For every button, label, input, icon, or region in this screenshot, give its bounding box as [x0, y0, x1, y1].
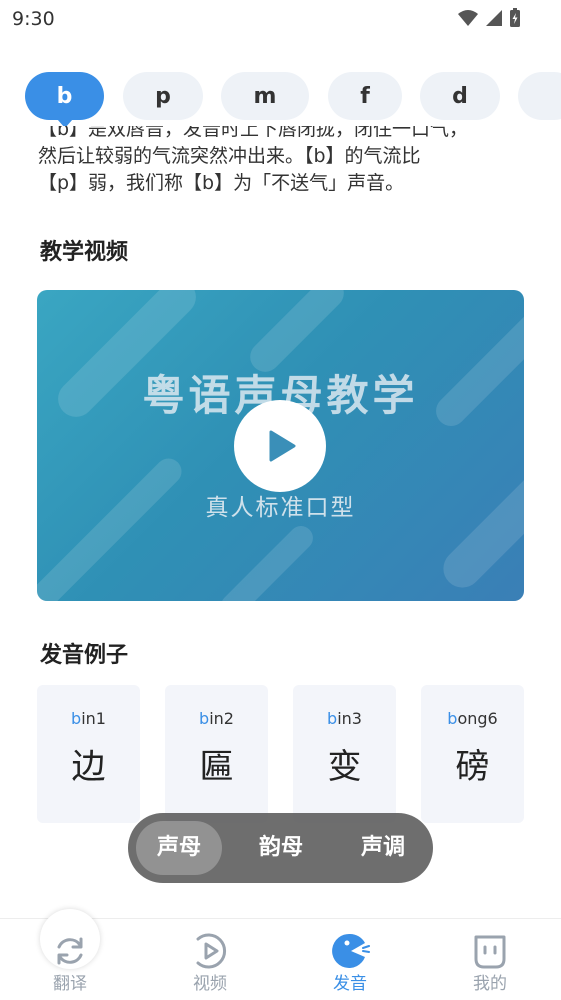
status-time: 9:30	[12, 8, 55, 30]
video-overlay-subtitle: 真人标准口型	[205, 495, 356, 521]
status-bar: 9:30	[0, 0, 561, 40]
wifi-icon	[458, 10, 478, 26]
chip-m[interactable]: m	[221, 72, 309, 120]
examples-section-heading: 发音例子	[40, 643, 129, 668]
video-section-heading: 教学视频	[40, 240, 129, 265]
example-pinyin: bin1	[37, 709, 140, 728]
chip-next-partial[interactable]	[518, 72, 561, 120]
bottom-tab-bar: 翻译 视频 发音 我的	[0, 909, 561, 1000]
pinyin-initial: b	[71, 709, 82, 728]
play-icon	[269, 430, 296, 462]
chip-p[interactable]: p	[123, 72, 203, 120]
tab-translate-label: 翻译	[53, 974, 87, 994]
decor-stripe	[435, 462, 524, 596]
example-character: 磅	[455, 747, 490, 787]
teaching-video[interactable]: 粤语声母教学 真人标准口型	[37, 290, 524, 601]
tab-video[interactable]: 视频	[140, 919, 280, 1000]
example-pinyin: bin3	[293, 709, 396, 728]
pinyin-initial: b	[447, 709, 458, 728]
chip-b[interactable]: b	[25, 72, 104, 126]
decor-stripe	[216, 521, 318, 601]
segment-tones[interactable]: 声调	[338, 821, 428, 875]
initial-description: 【b】是双唇音，发音时上下唇闭拢，闭住一口气， 然后让较弱的气流突然冲出来。【b…	[38, 126, 533, 200]
play-button[interactable]	[234, 400, 326, 492]
example-character: 匾	[199, 747, 234, 787]
segment-initials[interactable]: 声母	[136, 821, 222, 875]
initial-selector: b p m f d	[0, 70, 561, 126]
category-segmented-control: 声母 韵母 声调	[128, 813, 433, 883]
status-icons	[457, 8, 521, 28]
pinyin-initial: b	[327, 709, 338, 728]
description-line-3: 【p】弱，我们称【b】为「不送气」声音。	[38, 172, 405, 194]
refresh-icon	[57, 937, 83, 965]
tab-profile[interactable]: 我的	[420, 919, 560, 1000]
example-character: 边	[71, 747, 106, 787]
description-line-1: 【b】是双唇音，发音时上下唇闭拢，闭住一口气，	[38, 126, 469, 140]
chip-d[interactable]: d	[420, 72, 500, 120]
description-line-2: 然后让较弱的气流突然冲出来。【b】的气流比	[38, 145, 421, 167]
video-play-icon	[196, 933, 227, 969]
tab-profile-label: 我的	[473, 974, 507, 994]
examples-list: bin1 边 bin2 匾 bin3 变 bong6 磅	[37, 685, 524, 823]
segment-finals[interactable]: 韵母	[236, 821, 326, 875]
decor-stripe	[37, 453, 187, 601]
pinyin-rest: in3	[337, 709, 362, 728]
chip-f[interactable]: f	[328, 72, 402, 120]
pinyin-rest: in2	[209, 709, 234, 728]
example-card[interactable]: bin2 匾	[165, 685, 268, 823]
pinyin-initial: b	[199, 709, 210, 728]
example-pinyin: bong6	[421, 709, 524, 728]
pinyin-rest: in1	[81, 709, 106, 728]
example-pinyin: bin2	[165, 709, 268, 728]
tab-pronounce-label: 发音	[333, 974, 367, 994]
battery-icon	[510, 8, 520, 27]
tab-translate[interactable]: 翻译	[0, 909, 140, 1000]
signal-icon	[486, 10, 502, 26]
tab-pronounce[interactable]: 发音	[280, 919, 420, 1000]
pinyin-rest: ong6	[457, 709, 498, 728]
example-character: 变	[327, 747, 362, 787]
tab-video-label: 视频	[193, 974, 227, 994]
example-card[interactable]: bin1 边	[37, 685, 140, 823]
example-card[interactable]: bin3 变	[293, 685, 396, 823]
pronounce-icon	[332, 933, 370, 968]
example-card[interactable]: bong6 磅	[421, 685, 524, 823]
profile-face-icon	[474, 935, 506, 969]
